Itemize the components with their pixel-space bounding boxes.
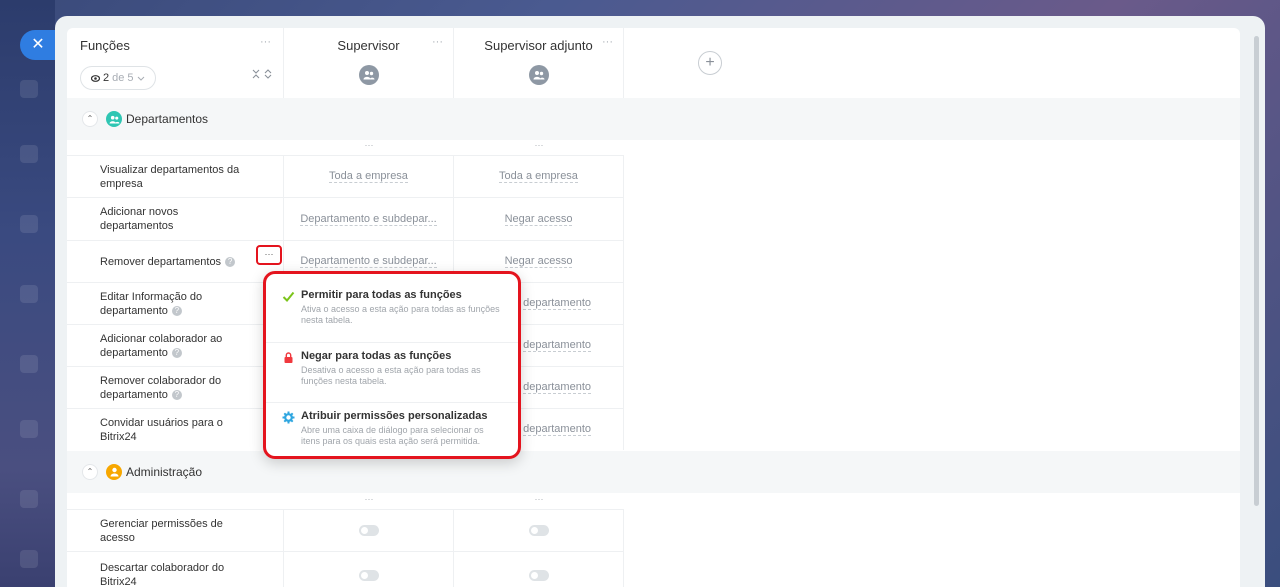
menu-item-desc: Abre uma caixa de diálogo para seleciona… bbox=[301, 425, 484, 446]
visible-roles-counter[interactable]: 2 de 5 bbox=[80, 66, 156, 90]
close-slider-button[interactable]: ✕ bbox=[20, 30, 56, 60]
column-more-button[interactable]: ··· bbox=[284, 140, 454, 156]
chevron-up-icon[interactable]: ⌃ bbox=[82, 464, 98, 480]
functions-header: Funções ··· 2 de 5 bbox=[67, 28, 284, 98]
column-more-button[interactable]: ··· bbox=[454, 140, 624, 156]
role-users-icon bbox=[529, 65, 549, 85]
table-row: Visualizar departamentos da empresa Toda… bbox=[67, 155, 624, 197]
section-administracao: ⌃ Administração bbox=[67, 451, 1240, 493]
role-name: Supervisor bbox=[337, 38, 400, 53]
permission-toggle[interactable] bbox=[358, 569, 379, 581]
counter-current: 2 bbox=[103, 72, 110, 84]
row-label: Adicionar colaborador ao departamento bbox=[100, 332, 223, 359]
row-label-cell: Remover departamentos ? bbox=[67, 241, 284, 282]
help-icon[interactable]: ? bbox=[171, 347, 182, 358]
add-role-button[interactable]: + bbox=[698, 51, 722, 75]
menu-item-title: Atribuir permissões personalizadas bbox=[301, 410, 488, 422]
sidebar-ghost-icon bbox=[20, 145, 38, 163]
help-icon[interactable]: ? bbox=[171, 389, 182, 400]
table-row: Gerenciar permissões de acesso bbox=[67, 509, 624, 551]
permission-toggle[interactable] bbox=[528, 525, 549, 536]
sidebar-ghost-icon bbox=[20, 80, 38, 98]
menu-item-desc: Ativa o acesso a esta ação para todas as… bbox=[301, 304, 500, 325]
functions-more-button[interactable]: ··· bbox=[260, 36, 271, 48]
row-label: Remover departamentos bbox=[100, 255, 222, 268]
section-label: Departamentos bbox=[126, 112, 209, 126]
section-label: Administração bbox=[126, 465, 203, 479]
row-label-cell: Editar Informação do departamento? bbox=[67, 283, 284, 324]
chevron-down-icon bbox=[137, 76, 144, 81]
row-label-cell: Adicionar colaborador ao departamento? bbox=[67, 325, 284, 366]
scrollbar[interactable] bbox=[1254, 36, 1259, 506]
users-icon bbox=[106, 111, 122, 127]
menu-item-title: Negar para todas as funções bbox=[301, 350, 452, 362]
row-actions-popup: Permitir para todas as funções Ativa o a… bbox=[263, 271, 521, 459]
collapse-expand-icon[interactable] bbox=[251, 68, 273, 83]
menu-item-custom-permissions[interactable]: Atribuir permissões personalizadas Abre … bbox=[266, 402, 518, 462]
row-label: Editar Informação do departamento bbox=[100, 290, 203, 317]
permission-toggle[interactable] bbox=[358, 525, 379, 536]
permission-value[interactable]: Toda a empresa bbox=[329, 170, 408, 183]
permission-value[interactable]: Negar acesso bbox=[504, 255, 573, 268]
lock-icon bbox=[284, 352, 293, 363]
sidebar-ghost-icon bbox=[20, 420, 38, 438]
role-more-button[interactable]: ··· bbox=[602, 36, 613, 48]
role-header-supervisor-adjunto: Supervisor adjunto ··· bbox=[454, 28, 624, 98]
role-more-button[interactable]: ··· bbox=[432, 36, 443, 48]
row-label: Adicionar novos departamentos bbox=[67, 198, 284, 240]
permission-value[interactable]: Negar acesso bbox=[504, 213, 573, 226]
sidebar-ghost-icon bbox=[20, 355, 38, 373]
close-icon: ✕ bbox=[31, 36, 45, 53]
permissions-table: Funções ··· 2 de 5 Supervisor ··· Superv… bbox=[67, 28, 1240, 587]
person-icon bbox=[106, 464, 122, 480]
sidebar-ghost-icon bbox=[20, 215, 38, 233]
row-label: Remover colaborador do departamento bbox=[100, 374, 222, 401]
check-icon bbox=[282, 291, 295, 302]
background-sidebar bbox=[0, 0, 55, 587]
chevron-up-icon[interactable]: ⌃ bbox=[82, 111, 98, 127]
role-users-icon bbox=[359, 65, 379, 85]
gear-icon bbox=[282, 411, 295, 424]
functions-title: Funções bbox=[80, 38, 130, 53]
section-departamentos: ⌃ Departamentos bbox=[67, 98, 1240, 140]
menu-item-deny-all[interactable]: Negar para todas as funções Desativa o a… bbox=[266, 342, 518, 402]
role-header-supervisor: Supervisor ··· bbox=[284, 28, 454, 98]
row-label-cell: Remover colaborador do departamento? bbox=[67, 367, 284, 408]
permission-value[interactable]: Toda a empresa bbox=[499, 170, 578, 183]
eye-icon bbox=[91, 74, 100, 82]
sidebar-ghost-icon bbox=[20, 550, 38, 568]
row-label: Convidar usuários para o Bitrix24 bbox=[67, 409, 284, 450]
menu-item-allow-all[interactable]: Permitir para todas as funções Ativa o a… bbox=[266, 282, 518, 342]
permission-value[interactable]: Departamento e subdepar... bbox=[300, 213, 437, 226]
sidebar-ghost-icon bbox=[20, 285, 38, 303]
role-name: Supervisor adjunto bbox=[484, 38, 593, 53]
table-row: Descartar colaborador do Bitrix24 bbox=[67, 551, 624, 587]
column-more-button[interactable]: ··· bbox=[284, 494, 454, 510]
menu-item-title: Permitir para todas as funções bbox=[301, 289, 462, 301]
slider-panel: Funções ··· 2 de 5 Supervisor ··· Superv… bbox=[55, 16, 1265, 587]
row-label: Visualizar departamentos da empresa bbox=[67, 156, 284, 197]
row-label: Descartar colaborador do Bitrix24 bbox=[67, 552, 284, 587]
permission-toggle[interactable] bbox=[528, 569, 549, 581]
counter-rest: de 5 bbox=[112, 72, 134, 84]
row-more-button[interactable]: ··· bbox=[256, 245, 282, 265]
help-icon[interactable]: ? bbox=[225, 256, 236, 267]
row-label: Gerenciar permissões de acesso bbox=[67, 510, 284, 551]
column-more-button[interactable]: ··· bbox=[454, 494, 624, 510]
permission-value[interactable]: Departamento e subdepar... bbox=[300, 255, 437, 268]
menu-item-desc: Desativa o acesso a esta ação para todas… bbox=[301, 365, 481, 386]
sidebar-ghost-icon bbox=[20, 490, 38, 508]
table-row: Adicionar novos departamentos Departamen… bbox=[67, 197, 624, 240]
help-icon[interactable]: ? bbox=[171, 305, 182, 316]
